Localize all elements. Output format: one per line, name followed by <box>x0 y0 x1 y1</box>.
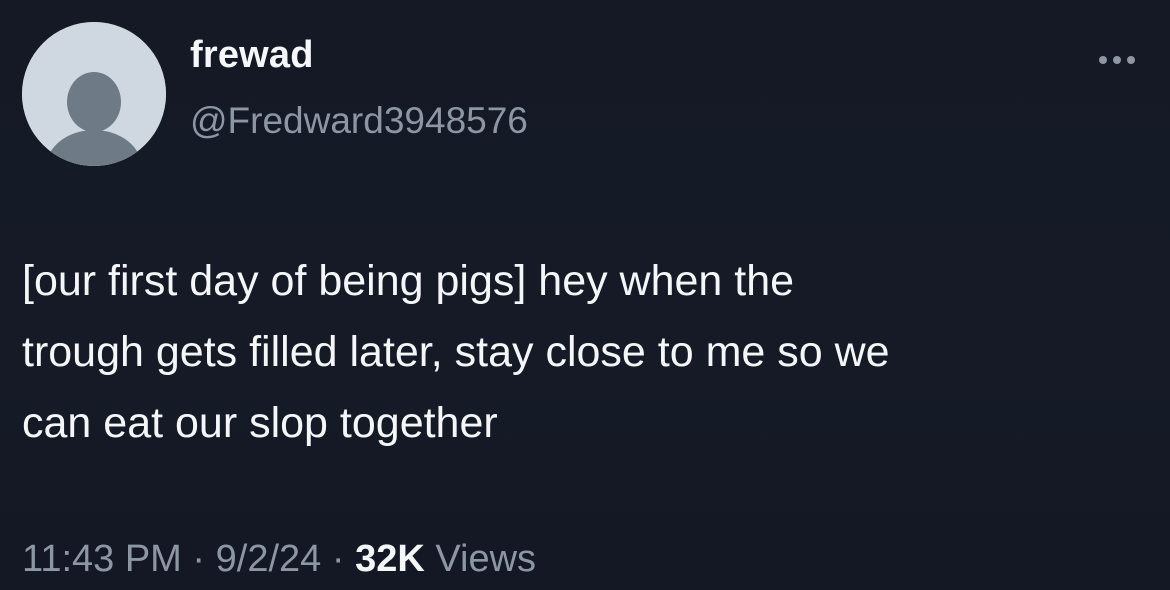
display-name[interactable]: frewad <box>190 34 314 77</box>
tweet-time[interactable]: 11:43 PM <box>22 538 182 580</box>
views-count: 32K <box>355 538 425 580</box>
meta-separator: · <box>321 538 356 580</box>
default-profile-icon <box>22 22 166 166</box>
more-options-button[interactable] <box>1094 48 1140 72</box>
avatar[interactable] <box>22 22 166 166</box>
tweet-card[interactable]: frewad @Fredward3948576 [our first day o… <box>0 0 1170 590</box>
views-label: Views <box>435 538 537 580</box>
meta-separator: · <box>181 538 216 580</box>
tweet-date[interactable]: 9/2/24 <box>216 538 322 580</box>
more-options-icon <box>1099 56 1135 64</box>
tweet-text: [our first day of being pigs] hey when t… <box>22 257 890 447</box>
user-handle[interactable]: @Fredward3948576 <box>190 100 528 142</box>
tweet-metadata: 11:43 PM · 9/2/24 · 32K Views <box>22 538 536 581</box>
